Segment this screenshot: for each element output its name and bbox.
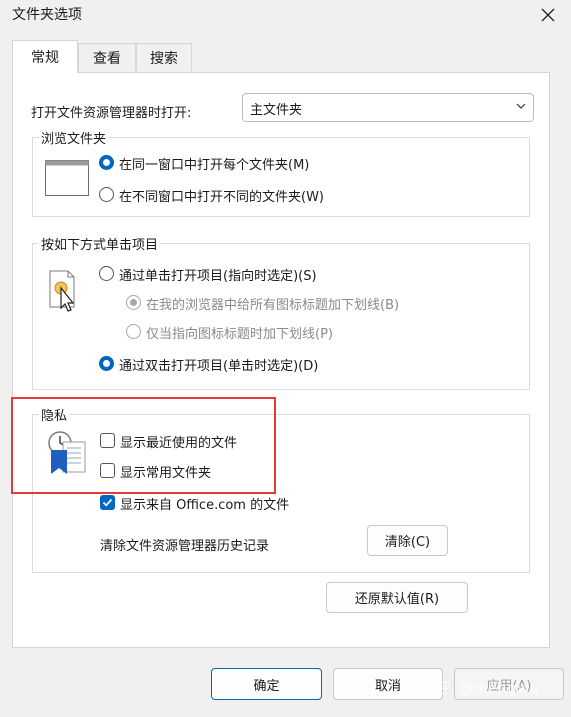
close-icon — [541, 8, 555, 22]
radio-same-window[interactable] — [99, 155, 114, 170]
checkmark-icon — [102, 498, 113, 507]
click-items-legend: 按如下方式单击项目 — [39, 234, 161, 253]
window-icon — [45, 160, 89, 196]
recent-files-icon — [48, 431, 86, 474]
checkbox-frequent-folders[interactable] — [100, 463, 115, 478]
window-title: 文件夹选项 — [12, 7, 82, 23]
radio-underline-point-label: 仅当指向图标标题时加下划线(P) — [146, 327, 333, 342]
tab-search[interactable]: 搜索 — [136, 43, 192, 71]
tab-label: 搜索 — [150, 50, 178, 67]
watermark: 知乎 @mengwu — [423, 681, 540, 697]
open-explorer-select[interactable]: 主文件夹 — [242, 93, 534, 122]
radio-double-click[interactable] — [99, 356, 114, 371]
clear-history-label: 清除文件资源管理器历史记录 — [100, 539, 270, 554]
radio-single-click[interactable] — [99, 266, 114, 281]
radio-underline-browser-label: 在我的浏览器中给所有图标标题加下划线(B) — [146, 298, 400, 313]
general-panel: 打开文件资源管理器时打开: 主文件夹 浏览文件夹 在同一窗口中打开每个文件夹(M… — [12, 72, 550, 648]
browse-folders-legend: 浏览文件夹 — [39, 128, 109, 147]
pointer-click-icon — [49, 270, 75, 312]
clear-history-button[interactable]: 清除(C) — [367, 525, 448, 556]
tab-label: 查看 — [93, 50, 121, 67]
click-items-group: 按如下方式单击项目 通过单击打开项目(指向时选定)(S) 在我的浏览器中给所有图… — [32, 234, 530, 390]
tab-label: 常规 — [31, 50, 59, 66]
checkbox-recent-files[interactable] — [100, 433, 115, 448]
tab-general[interactable]: 常规 — [12, 40, 78, 73]
checkbox-office-files-label: 显示来自 Office.com 的文件 — [120, 498, 290, 513]
close-button[interactable] — [525, 0, 571, 30]
radio-double-click-label: 通过双击打开项目(单击时选定)(D) — [119, 359, 319, 374]
ok-button[interactable]: 确定 — [211, 668, 322, 700]
restore-defaults-button[interactable]: 还原默认值(R) — [326, 582, 468, 613]
open-explorer-value: 主文件夹 — [250, 103, 303, 118]
clear-history-button-label: 清除(C) — [384, 535, 431, 550]
open-explorer-label: 打开文件资源管理器时打开: — [31, 106, 192, 121]
radio-new-window-label: 在不同窗口中打开不同的文件夹(W) — [119, 190, 324, 205]
tab-view[interactable]: 查看 — [78, 43, 136, 71]
restore-defaults-label: 还原默认值(R) — [354, 592, 440, 607]
chevron-down-icon — [516, 103, 526, 109]
title-bar: 文件夹选项 — [0, 0, 571, 30]
cancel-button-label: 取消 — [374, 678, 401, 694]
privacy-legend: 隐私 — [39, 405, 70, 424]
privacy-group: 隐私 显示最近使用的文件 显示常用文件夹 显示来自 Office.com 的文件… — [32, 405, 530, 573]
radio-underline-point[interactable] — [126, 324, 141, 339]
ok-button-label: 确定 — [253, 678, 280, 694]
checkbox-office-files[interactable] — [100, 495, 115, 510]
checkbox-frequent-folders-label: 显示常用文件夹 — [120, 466, 212, 481]
checkbox-recent-files-label: 显示最近使用的文件 — [120, 436, 238, 451]
radio-new-window[interactable] — [99, 187, 114, 202]
radio-underline-browser[interactable] — [126, 295, 141, 310]
radio-same-window-label: 在同一窗口中打开每个文件夹(M) — [119, 158, 310, 173]
radio-single-click-label: 通过单击打开项目(指向时选定)(S) — [119, 269, 317, 284]
browse-folders-group: 浏览文件夹 在同一窗口中打开每个文件夹(M) 在不同窗口中打开不同的文件夹(W) — [32, 128, 530, 217]
